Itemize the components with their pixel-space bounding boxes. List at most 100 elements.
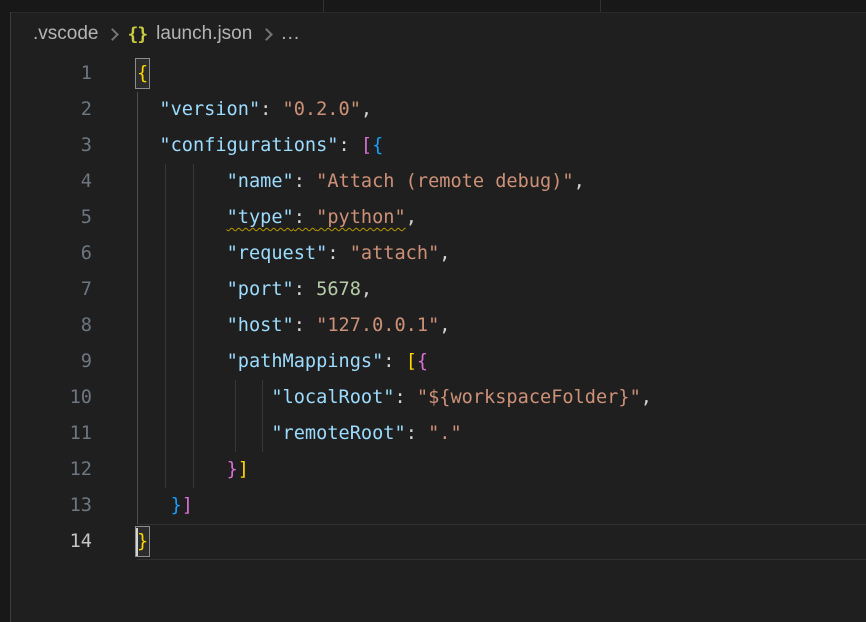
token: , bbox=[361, 99, 372, 120]
token: , bbox=[361, 279, 372, 300]
code-line-10[interactable]: 10 "localRoot": "${workspaceFolder}", bbox=[11, 380, 866, 416]
token: "type" bbox=[227, 207, 294, 228]
token: { bbox=[417, 351, 428, 372]
code-line-14[interactable]: 14} bbox=[11, 524, 866, 560]
token bbox=[137, 99, 159, 120]
token: : bbox=[294, 207, 316, 228]
code-line-content: "name": "Attach (remote debug)", bbox=[137, 164, 866, 200]
line-number[interactable]: 11 bbox=[11, 416, 137, 452]
token: , bbox=[439, 243, 450, 264]
token: [ bbox=[406, 351, 417, 372]
code-line-6[interactable]: 6 "request": "attach", bbox=[11, 236, 866, 272]
line-number[interactable]: 8 bbox=[11, 308, 137, 344]
code-line-5[interactable]: 5 "type": "python", bbox=[11, 200, 866, 236]
json-braces-icon: {} bbox=[127, 24, 147, 45]
token: : bbox=[260, 99, 282, 120]
token: ] bbox=[238, 459, 249, 480]
line-number[interactable]: 1 bbox=[11, 56, 137, 92]
token: "configurations" bbox=[159, 135, 338, 156]
token: "pathMappings" bbox=[227, 351, 384, 372]
line-number[interactable]: 9 bbox=[11, 344, 137, 380]
code-line-content: "port": 5678, bbox=[137, 272, 866, 308]
tab-divider bbox=[600, 0, 601, 12]
line-number[interactable]: 5 bbox=[11, 200, 137, 236]
token: "port" bbox=[227, 279, 294, 300]
breadcrumb-more[interactable]: ... bbox=[281, 23, 300, 45]
token: 5678 bbox=[316, 279, 361, 300]
code-line-content: { bbox=[137, 56, 866, 92]
code-line-13[interactable]: 13 }] bbox=[11, 488, 866, 524]
line-number[interactable]: 10 bbox=[11, 380, 137, 416]
line-number[interactable]: 2 bbox=[11, 92, 137, 128]
token bbox=[137, 279, 227, 300]
token: "localRoot" bbox=[271, 387, 394, 408]
token bbox=[137, 423, 271, 444]
line-number[interactable]: 4 bbox=[11, 164, 137, 200]
code-line-8[interactable]: 8 "host": "127.0.0.1", bbox=[11, 308, 866, 344]
breadcrumb: .vscode {} launch.json ... bbox=[11, 12, 866, 56]
code-line-7[interactable]: 7 "port": 5678, bbox=[11, 272, 866, 308]
code-line-11[interactable]: 11 "remoteRoot": "." bbox=[11, 416, 866, 452]
code-line-content: "type": "python", bbox=[137, 200, 866, 236]
token bbox=[137, 171, 227, 192]
code-line-12[interactable]: 12 }] bbox=[11, 452, 866, 488]
token: } bbox=[171, 495, 182, 516]
token: : bbox=[294, 171, 316, 192]
token: : bbox=[294, 315, 316, 336]
chevron-right-icon bbox=[107, 28, 120, 41]
code-line-9[interactable]: 9 "pathMappings": [{ bbox=[11, 344, 866, 380]
token: , bbox=[406, 207, 417, 228]
token: } bbox=[227, 459, 238, 480]
breadcrumb-file[interactable]: launch.json bbox=[156, 23, 252, 45]
token: , bbox=[574, 171, 585, 192]
token: "attach" bbox=[350, 243, 440, 264]
code-line-content: }] bbox=[137, 452, 866, 488]
code-line-1[interactable]: 1{ bbox=[11, 56, 866, 92]
code-line-content: }] bbox=[137, 488, 866, 524]
code-line-4[interactable]: 4 "name": "Attach (remote debug)", bbox=[11, 164, 866, 200]
token bbox=[137, 135, 159, 156]
line-number[interactable]: 7 bbox=[11, 272, 137, 308]
line-number[interactable]: 3 bbox=[11, 128, 137, 164]
token bbox=[137, 351, 227, 372]
token bbox=[137, 207, 227, 228]
line-number[interactable]: 6 bbox=[11, 236, 137, 272]
token: "host" bbox=[227, 315, 294, 336]
token: : bbox=[327, 243, 349, 264]
token: { bbox=[372, 135, 383, 156]
token: : bbox=[383, 351, 405, 372]
line-number[interactable]: 12 bbox=[11, 452, 137, 488]
line-number[interactable]: 14 bbox=[11, 524, 137, 560]
token: "python" bbox=[316, 207, 406, 228]
code-editor[interactable]: 1{2 "version": "0.2.0",3 "configurations… bbox=[11, 56, 866, 560]
token: "Attach (remote debug)" bbox=[316, 171, 573, 192]
token: : bbox=[294, 279, 316, 300]
token bbox=[137, 387, 271, 408]
text-cursor bbox=[136, 528, 138, 556]
code-line-content: "configurations": [{ bbox=[137, 128, 866, 164]
token: "." bbox=[428, 423, 462, 444]
token: "remoteRoot" bbox=[271, 423, 405, 444]
sidebar-edge bbox=[0, 12, 11, 622]
code-line-2[interactable]: 2 "version": "0.2.0", bbox=[11, 92, 866, 128]
chevron-right-icon bbox=[260, 28, 273, 41]
token: : bbox=[406, 423, 428, 444]
code-line-content: "pathMappings": [{ bbox=[137, 344, 866, 380]
breadcrumb-folder[interactable]: .vscode bbox=[33, 23, 98, 45]
code-line-3[interactable]: 3 "configurations": [{ bbox=[11, 128, 866, 164]
token: "name" bbox=[227, 171, 294, 192]
code-line-content: "localRoot": "${workspaceFolder}", bbox=[137, 380, 866, 416]
token: { bbox=[136, 59, 149, 88]
token: : bbox=[394, 387, 416, 408]
token: "request" bbox=[227, 243, 328, 264]
line-number[interactable]: 13 bbox=[11, 488, 137, 524]
code-line-content: "version": "0.2.0", bbox=[137, 92, 866, 128]
code-line-content: "host": "127.0.0.1", bbox=[137, 308, 866, 344]
code-line-content: "remoteRoot": "." bbox=[137, 416, 866, 452]
token: "${workspaceFolder}" bbox=[417, 387, 641, 408]
token: : bbox=[339, 135, 361, 156]
token bbox=[137, 243, 227, 264]
token: "0.2.0" bbox=[283, 99, 361, 120]
token: [ bbox=[361, 135, 372, 156]
token: "127.0.0.1" bbox=[316, 315, 439, 336]
